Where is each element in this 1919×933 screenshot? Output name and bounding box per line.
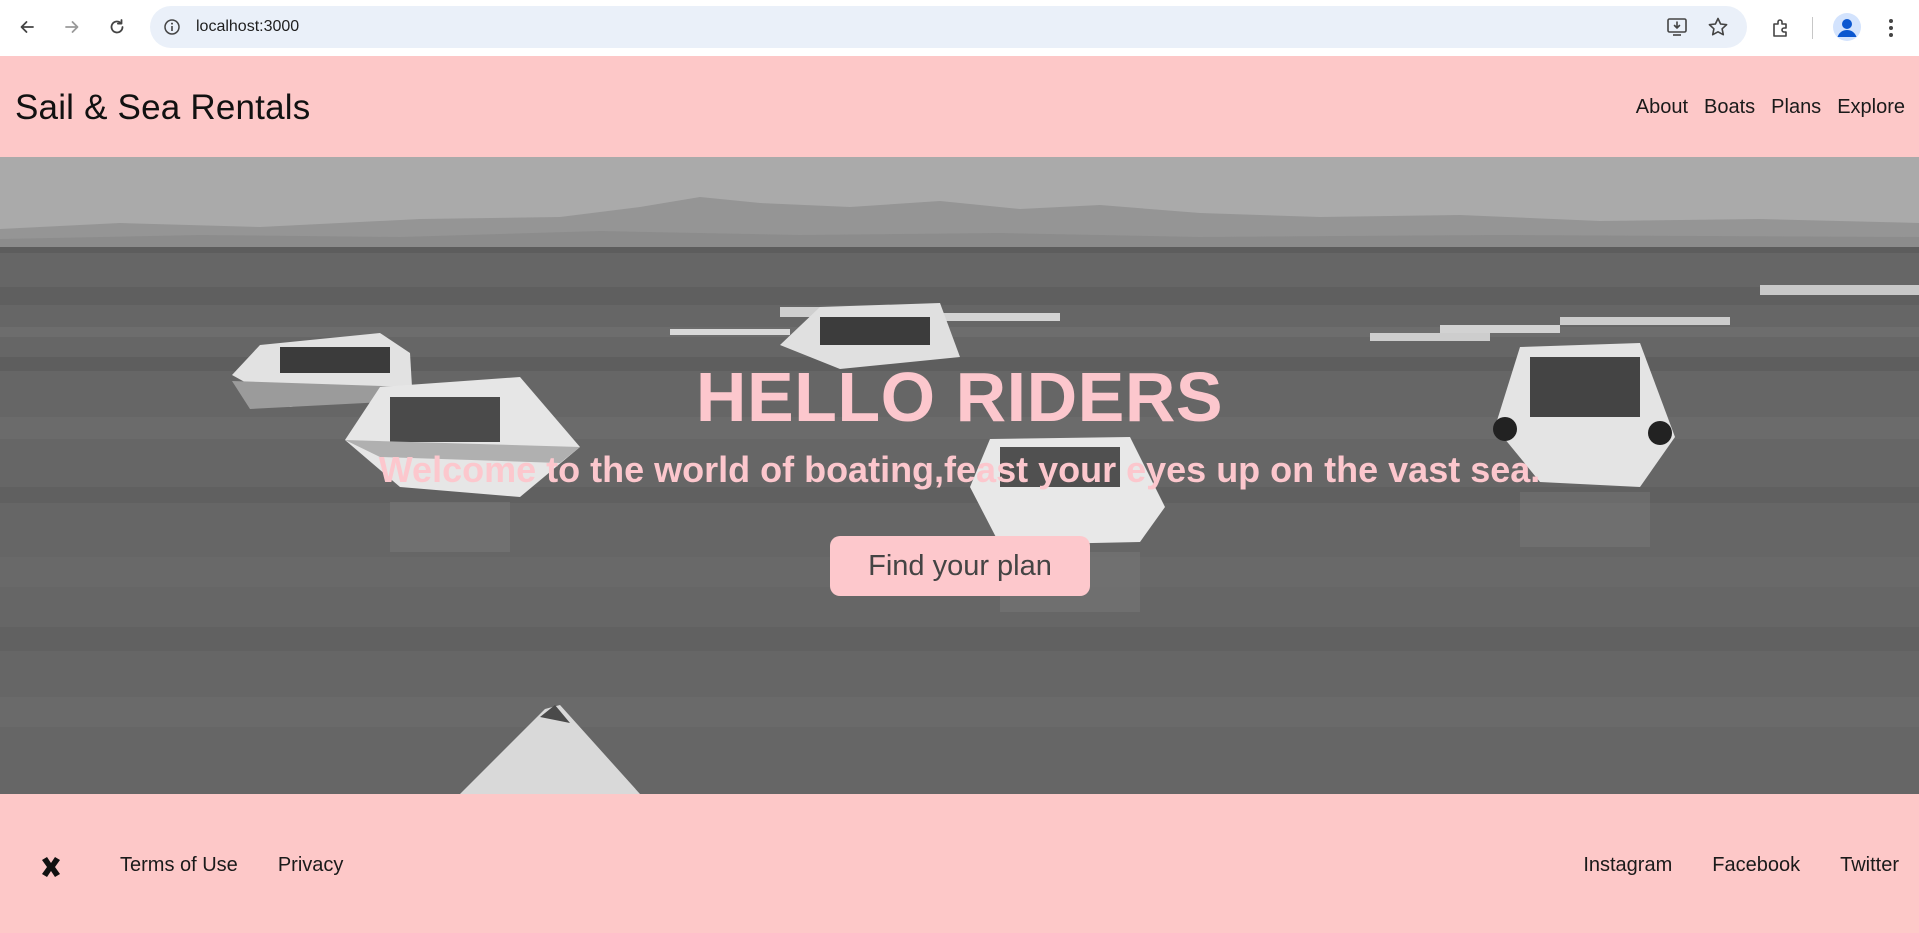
privacy-link[interactable]: Privacy xyxy=(278,854,344,877)
footer-legal-links: Terms of Use Privacy xyxy=(120,854,343,877)
install-app-icon xyxy=(1667,18,1687,36)
profile-icon xyxy=(1837,19,1857,37)
extensions-icon xyxy=(1773,19,1787,37)
brand-title[interactable]: Sail & Sea Rentals xyxy=(15,88,310,128)
footer-logo-button[interactable] xyxy=(38,854,64,880)
site-info-button[interactable] xyxy=(162,17,182,37)
site-footer: Terms of Use Privacy Instagram Facebook … xyxy=(0,794,1919,933)
forward-icon xyxy=(65,21,79,33)
find-your-plan-button[interactable]: Find your plan xyxy=(830,536,1090,596)
twitter-link[interactable]: Twitter xyxy=(1840,854,1899,877)
toolbar-divider xyxy=(1812,17,1813,39)
profile-button[interactable] xyxy=(1833,13,1861,41)
nav-link-about[interactable]: About xyxy=(1636,96,1688,119)
reload-icon xyxy=(110,19,124,34)
hero-subtitle: Welcome to the world of boating,feast yo… xyxy=(378,449,1541,490)
extensions-button[interactable] xyxy=(1767,14,1795,42)
back-icon xyxy=(20,21,34,33)
nav-link-plans[interactable]: Plans xyxy=(1771,96,1821,119)
site-header: Sail & Sea Rentals About Boats Plans Exp… xyxy=(0,56,1919,157)
instagram-link[interactable]: Instagram xyxy=(1583,854,1672,877)
back-button[interactable] xyxy=(9,9,45,45)
nav-link-explore[interactable]: Explore xyxy=(1837,96,1905,119)
hero-title: HELLO RIDERS xyxy=(695,358,1224,436)
bookmark-star-icon xyxy=(1708,17,1728,36)
hero-section: HELLO RIDERS Welcome to the world of boa… xyxy=(0,157,1919,794)
top-nav: About Boats Plans Explore xyxy=(1636,96,1905,119)
terms-of-use-link[interactable]: Terms of Use xyxy=(120,854,238,877)
x-logo-icon xyxy=(42,857,60,877)
facebook-link[interactable]: Facebook xyxy=(1712,854,1800,877)
bookmark-button[interactable] xyxy=(1707,16,1729,38)
nav-link-boats[interactable]: Boats xyxy=(1704,96,1755,119)
kebab-menu-icon xyxy=(1889,19,1893,37)
address-bar[interactable]: localhost:3000 xyxy=(150,6,1747,48)
site-info-icon xyxy=(164,19,180,35)
forward-button[interactable] xyxy=(54,9,90,45)
browser-toolbar: localhost:3000 xyxy=(0,0,1919,56)
url-text[interactable]: localhost:3000 xyxy=(196,18,299,36)
footer-social-links: Instagram Facebook Twitter xyxy=(1583,854,1899,877)
install-app-button[interactable] xyxy=(1666,16,1688,38)
chrome-menu-button[interactable] xyxy=(1877,14,1905,42)
reload-button[interactable] xyxy=(99,9,135,45)
